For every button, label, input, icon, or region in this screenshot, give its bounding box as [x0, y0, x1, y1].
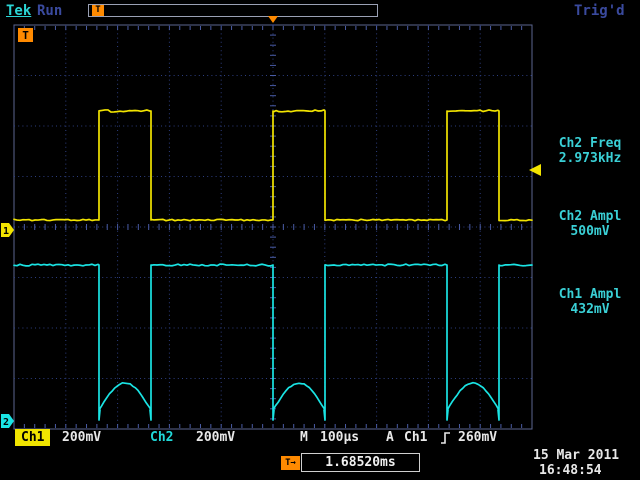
ch2-scale-readout: 200mV [196, 430, 235, 445]
svg-text:T: T [22, 29, 29, 42]
oscilloscope-screen: { "topbar": { "logo": "Tek", "acq_status… [0, 0, 640, 480]
graticule: T 1 2 [0, 24, 545, 430]
datetime: 15 Mar 2011 16:48:54 [533, 448, 619, 478]
measurement-ch2-freq: Ch2 Freq 2.973kHz [540, 136, 640, 166]
measurement-ch2-ampl: Ch2 Ampl 500mV [540, 209, 640, 239]
trigger-position-icon: T [92, 5, 104, 16]
timebase-readout: 100µs [320, 430, 359, 445]
measurement-value: 2.973kHz [540, 151, 640, 166]
ch1-channel-badge: Ch1 [15, 429, 50, 446]
measurement-label: Ch2 Ampl [540, 209, 640, 224]
trigger-level-readout: 260mV [458, 430, 497, 445]
ch2-ground-marker: 2 [1, 414, 14, 428]
trigger-status: Trig'd [574, 3, 625, 19]
ch1-scale-readout: 200mV [62, 430, 101, 445]
trigger-position-arrow-icon [268, 16, 278, 23]
measurement-value: 500mV [540, 224, 640, 239]
time-text: 16:48:54 [533, 463, 619, 478]
svg-text:1: 1 [3, 226, 9, 237]
measurement-value: 432mV [540, 302, 640, 317]
measurement-ch1-ampl: Ch1 Ampl 432mV [540, 287, 640, 317]
acquisition-status: Run [37, 3, 62, 19]
ch2-channel-label: Ch2 [150, 430, 173, 445]
measurement-label: Ch2 Freq [540, 136, 640, 151]
trigger-source-readout: Ch1 [404, 430, 427, 445]
trigger-t-marker: T [18, 28, 33, 42]
trigger-a-label: A [386, 430, 394, 445]
date-text: 15 Mar 2011 [533, 448, 619, 463]
tek-logo: Tek [6, 3, 31, 19]
svg-text:2: 2 [3, 417, 9, 428]
timebase-label: M [300, 430, 308, 445]
measurement-label: Ch1 Ampl [540, 287, 640, 302]
rising-slope-icon [440, 431, 451, 445]
horizontal-position-readout: 1.68520ms [301, 453, 420, 472]
delay-marker-icon: T→ [281, 456, 300, 470]
ch1-ground-marker: 1 [1, 223, 14, 237]
record-view-box: T [88, 4, 378, 17]
